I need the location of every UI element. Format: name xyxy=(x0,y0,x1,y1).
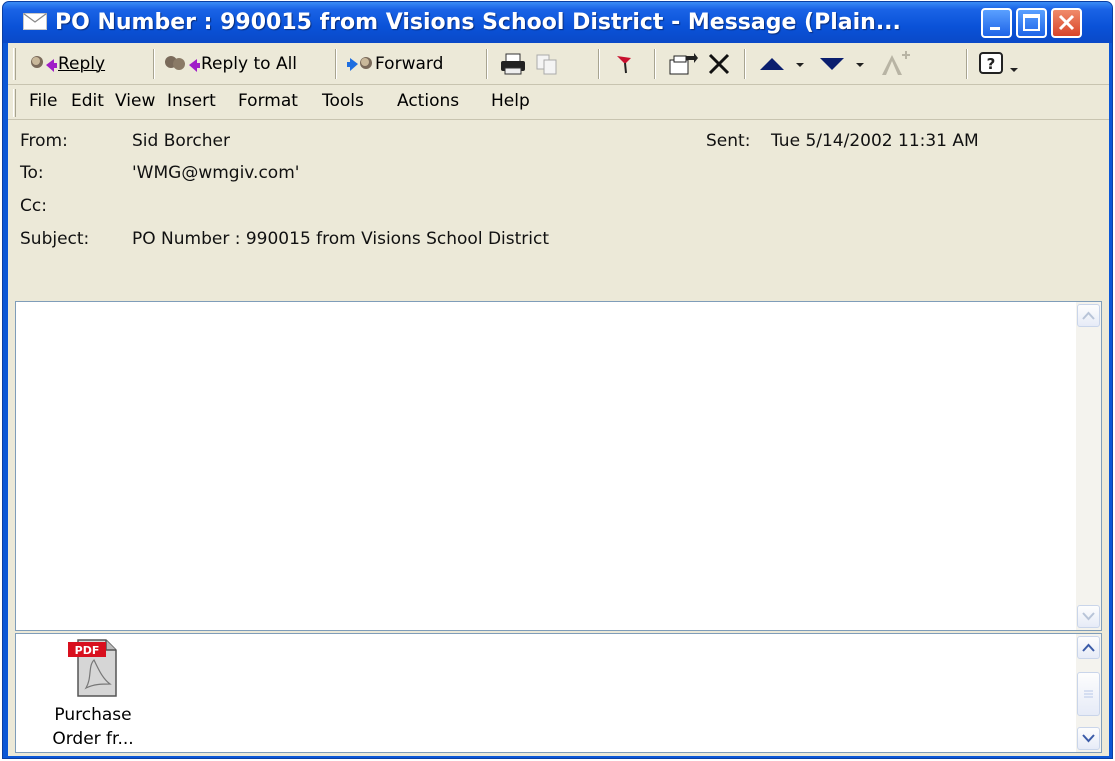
maximize-button[interactable] xyxy=(1016,8,1047,38)
window-title: PO Number : 990015 from Visions School D… xyxy=(55,10,901,35)
chevron-down-icon xyxy=(1082,612,1095,621)
next-item-icon xyxy=(820,58,864,70)
forward-label: Forward xyxy=(375,54,444,74)
attachment-name-line1: Purchase xyxy=(54,705,132,725)
menu-bar: File Edit View Insert Format Tools Actio… xyxy=(8,86,1109,120)
font-size-button[interactable] xyxy=(876,47,912,81)
from-value[interactable]: Sid Borcher xyxy=(132,131,230,151)
minimize-button[interactable] xyxy=(981,8,1012,38)
attachment-name-line2: Order fr... xyxy=(52,729,134,749)
attach-scroll-down-button[interactable] xyxy=(1077,727,1100,750)
next-item-button[interactable] xyxy=(818,47,866,81)
print-button[interactable] xyxy=(498,47,528,81)
toolbar-separator xyxy=(654,49,656,79)
follow-up-flag-button[interactable] xyxy=(613,47,635,81)
attachments-pane: PDF Purchase Order fr... xyxy=(15,633,1102,753)
help-icon: ? xyxy=(979,52,1018,74)
previous-item-icon xyxy=(760,58,804,70)
toolbar-grip[interactable] xyxy=(13,48,16,80)
title-bar[interactable]: PO Number : 990015 from Visions School D… xyxy=(3,2,1112,43)
reply-all-button[interactable]: Reply to All xyxy=(163,47,297,81)
pdf-file-icon: PDF xyxy=(68,639,117,697)
close-button[interactable] xyxy=(1051,8,1082,38)
copy-button[interactable] xyxy=(534,47,560,81)
minimize-icon xyxy=(990,27,1000,30)
svg-text:?: ? xyxy=(987,55,996,73)
message-window: PO Number : 990015 from Visions School D… xyxy=(2,1,1113,759)
menu-actions[interactable]: Actions xyxy=(397,91,459,111)
attachments-scrollbar[interactable] xyxy=(1076,634,1101,752)
to-label: To: xyxy=(20,163,44,183)
print-icon xyxy=(501,53,525,75)
toolbar-separator xyxy=(335,49,337,79)
copy-icon xyxy=(536,54,557,75)
maximize-icon xyxy=(1023,14,1040,31)
menu-file[interactable]: File xyxy=(29,91,57,111)
envelope-icon xyxy=(23,13,47,30)
menu-format[interactable]: Format xyxy=(238,91,298,111)
sent-value: Tue 5/14/2002 11:31 AM xyxy=(771,131,979,151)
reply-label: Reply xyxy=(58,54,106,74)
sent-label: Sent: xyxy=(706,131,751,151)
chevron-up-icon xyxy=(1082,311,1095,320)
window-client-area: Reply Reply to All Forward ? File Edit V… xyxy=(8,43,1109,756)
subject-label: Subject: xyxy=(20,229,90,249)
subject-value: PO Number : 990015 from Visions School D… xyxy=(132,229,550,249)
cc-label: Cc: xyxy=(20,196,47,216)
scroll-up-button[interactable] xyxy=(1077,304,1100,327)
move-to-folder-button[interactable] xyxy=(668,47,698,81)
toolbar-separator xyxy=(966,49,968,79)
message-header: From: Sid Borcher Sent: Tue 5/14/2002 11… xyxy=(8,121,1109,296)
menu-view[interactable]: View xyxy=(115,91,155,111)
previous-item-button[interactable] xyxy=(758,47,806,81)
reply-button[interactable]: Reply xyxy=(28,47,105,81)
pdf-badge: PDF xyxy=(75,644,100,657)
reply-all-icon xyxy=(165,56,200,72)
menu-tools[interactable]: Tools xyxy=(322,91,364,111)
menu-insert[interactable]: Insert xyxy=(167,91,216,111)
attachment-item[interactable]: PDF Purchase Order fr... xyxy=(38,638,148,751)
flag-icon xyxy=(617,56,631,74)
grip-icon xyxy=(1084,690,1093,697)
chevron-up-icon xyxy=(1082,643,1095,652)
menu-help[interactable]: Help xyxy=(491,91,530,111)
reply-all-label: Reply to All xyxy=(201,54,298,74)
delete-icon xyxy=(708,53,730,75)
attach-scroll-up-button[interactable] xyxy=(1077,636,1100,659)
delete-button[interactable] xyxy=(706,47,732,81)
attach-scroll-thumb[interactable] xyxy=(1077,672,1100,716)
toolbar-separator xyxy=(153,49,155,79)
menu-grip[interactable] xyxy=(13,89,16,117)
toolbar-separator xyxy=(744,49,746,79)
font-size-icon xyxy=(882,51,910,75)
move-to-folder-icon xyxy=(669,53,698,75)
standard-toolbar: Reply Reply to All Forward ? xyxy=(8,43,1109,85)
toolbar-separator xyxy=(486,49,488,79)
reply-icon xyxy=(31,56,57,72)
message-body[interactable] xyxy=(15,301,1102,631)
body-scrollbar[interactable] xyxy=(1076,302,1101,630)
toolbar-separator xyxy=(598,49,600,79)
help-button[interactable]: ? xyxy=(978,47,1020,81)
close-icon xyxy=(1058,14,1075,31)
to-value[interactable]: 'WMG@wmgiv.com' xyxy=(132,163,299,183)
from-label: From: xyxy=(20,131,68,151)
scroll-down-button[interactable] xyxy=(1077,605,1100,628)
forward-icon xyxy=(347,57,372,71)
forward-button[interactable]: Forward xyxy=(345,47,443,81)
menu-edit[interactable]: Edit xyxy=(71,91,104,111)
chevron-down-icon xyxy=(1082,734,1095,743)
